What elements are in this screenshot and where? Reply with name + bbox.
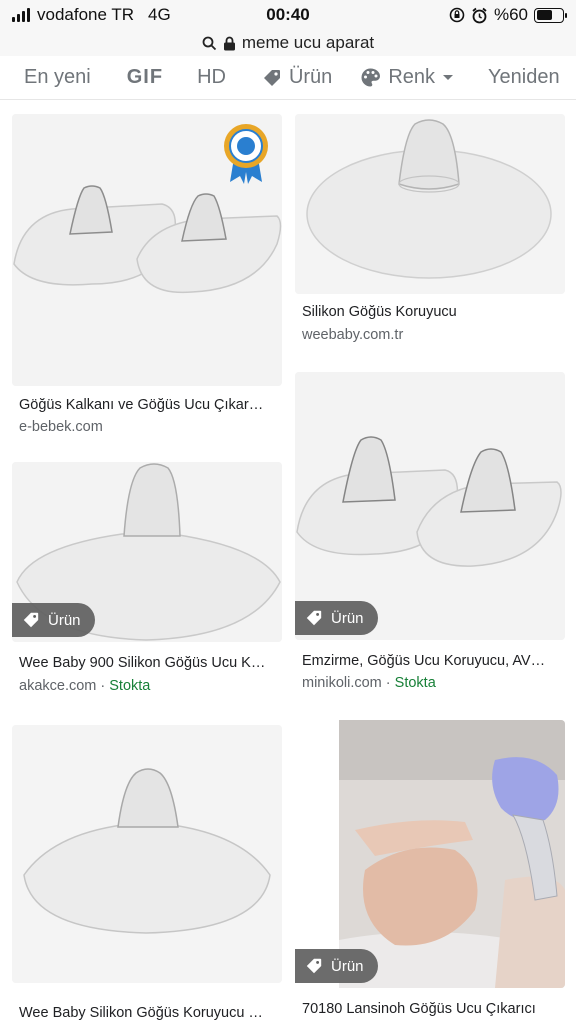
stock-status: Stokta xyxy=(109,678,151,694)
source-domain: akakce.com · xyxy=(19,678,110,694)
chevron-down-icon xyxy=(443,74,454,80)
palette-icon xyxy=(361,68,381,87)
lock-icon xyxy=(223,36,235,50)
result-image[interactable] xyxy=(12,725,282,983)
result-image[interactable] xyxy=(12,114,282,386)
result-title[interactable]: Silikon Göğüs Koruyucu xyxy=(302,304,562,320)
breast-pump-photo xyxy=(295,720,565,988)
status-right: %60 xyxy=(449,5,567,25)
result-card[interactable]: Ürün 70180 Lansinoh Göğüs Ucu Çıkarıcı xyxy=(295,720,565,1024)
search-query: meme ucu aparat xyxy=(241,33,375,52)
result-title[interactable]: Wee Baby Silikon Göğüs Koruyucu … xyxy=(19,1005,279,1021)
nipple-shield-image xyxy=(12,725,282,983)
tag-icon xyxy=(306,610,322,626)
source-domain: weebaby.com.tr xyxy=(302,327,404,343)
result-card[interactable]: Silikon Göğüs Koruyucu weebaby.com.tr xyxy=(295,114,565,354)
result-source: minikoli.com · Stokta xyxy=(302,675,436,691)
address-bar[interactable]: meme ucu aparat xyxy=(0,30,576,56)
result-title[interactable]: 70180 Lansinoh Göğüs Ucu Çıkarıcı xyxy=(302,1001,564,1017)
tag-icon xyxy=(263,69,280,86)
result-image[interactable] xyxy=(295,372,565,640)
chip-hd[interactable]: HD xyxy=(197,66,226,89)
result-card[interactable]: Ürün Emzirme, Göğüs Ucu Koruyucu, AV… mi… xyxy=(295,372,565,702)
chip-color[interactable]: Renk xyxy=(360,66,454,89)
alarm-icon xyxy=(472,7,487,23)
tag-icon xyxy=(306,958,322,974)
nipple-shield-pair-image xyxy=(295,372,565,640)
chip-label: GIF xyxy=(126,66,164,88)
chip-recent[interactable]: Yeniden xyxy=(488,66,560,89)
result-card[interactable]: Wee Baby Silikon Göğüs Koruyucu … xyxy=(12,725,282,1024)
result-source: e-bebek.com xyxy=(19,419,103,435)
source-domain: minikoli.com · xyxy=(302,675,395,691)
chip-gif[interactable]: GIF xyxy=(127,66,163,89)
chip-label: En yeni xyxy=(24,66,91,88)
source-domain: e-bebek.com xyxy=(19,419,103,435)
chip-newest[interactable]: En yeni xyxy=(24,66,91,89)
badge-label: Ürün xyxy=(331,609,364,627)
chip-label: Renk xyxy=(388,66,436,88)
result-card[interactable]: Göğüs Kalkanı ve Göğüs Ucu Çıkar… e-bebe… xyxy=(12,114,282,444)
battery-icon xyxy=(534,7,567,23)
chip-label: HD xyxy=(197,66,226,88)
badge-label: Ürün xyxy=(331,957,364,975)
tag-icon xyxy=(23,612,39,628)
stock-status: Stokta xyxy=(394,675,436,691)
chip-label: Yeniden xyxy=(488,66,560,88)
award-ribbon-icon xyxy=(224,124,268,184)
product-badge: Ürün xyxy=(295,949,378,983)
result-card[interactable]: Ürün Wee Baby 900 Silikon Göğüs Ucu K… a… xyxy=(12,462,282,702)
badge-label: Ürün xyxy=(48,611,81,629)
result-source: weebaby.com.tr xyxy=(302,327,403,343)
battery-fill xyxy=(536,10,552,20)
chip-product[interactable]: Ürün xyxy=(262,66,332,89)
result-title[interactable]: Göğüs Kalkanı ve Göğüs Ucu Çıkar… xyxy=(19,397,279,413)
nipple-shield-image xyxy=(295,114,565,294)
product-badge: Ürün xyxy=(12,603,95,637)
filter-chip-bar: En yeni GIF HD Ürün Renk Yeniden xyxy=(0,56,576,100)
result-image[interactable] xyxy=(295,114,565,294)
result-image[interactable] xyxy=(295,720,565,988)
result-title[interactable]: Emzirme, Göğüs Ucu Koruyucu, AV… xyxy=(302,653,562,669)
status-bar: vodafone TR 4G 00:40 %60 xyxy=(0,0,576,30)
battery-percent: %60 xyxy=(493,5,528,24)
rotation-lock-icon xyxy=(449,7,465,23)
result-source: akakce.com · Stokta xyxy=(19,678,150,694)
product-badge: Ürün xyxy=(295,601,378,635)
result-title[interactable]: Wee Baby 900 Silikon Göğüs Ucu K… xyxy=(19,655,279,671)
chip-label: Ürün xyxy=(288,66,333,88)
search-icon xyxy=(202,36,216,50)
